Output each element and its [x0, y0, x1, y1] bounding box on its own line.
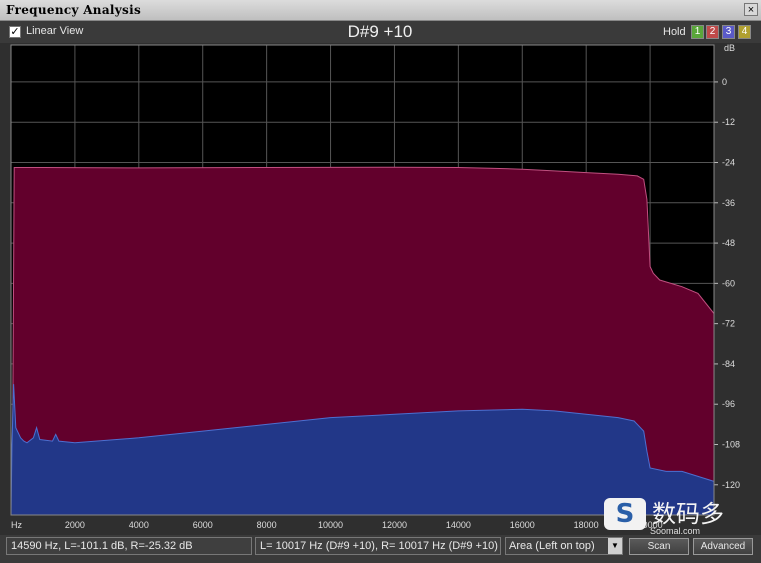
y-tick-label: -36 [722, 198, 735, 208]
x-tick-label: 2000 [65, 520, 85, 530]
site-watermark: S 数码多 Soomal.com [600, 494, 750, 536]
window-title: Frequency Analysis [6, 3, 142, 17]
peak-readout: L= 10017 Hz (D#9 +10), R= 10017 Hz (D#9 … [255, 537, 501, 555]
y-axis-unit-label: dB [724, 43, 735, 53]
y-tick-label: -108 [722, 440, 740, 450]
x-tick-label: 4000 [129, 520, 149, 530]
y-tick-label: -84 [722, 359, 735, 369]
display-mode-value: Area (Left on top) [509, 540, 595, 552]
display-mode-select[interactable]: Area (Left on top) ▼ [505, 537, 623, 555]
scan-button[interactable]: Scan [629, 538, 689, 555]
y-tick-label: -60 [722, 278, 735, 288]
x-axis-unit-label: Hz [11, 520, 22, 530]
x-tick-label: 16000 [510, 520, 535, 530]
frequency-analysis-window: Frequency Analysis × ✓ Linear View D#9 +… [0, 0, 761, 563]
x-tick-label: 14000 [446, 520, 471, 530]
close-button[interactable]: × [744, 3, 758, 16]
hold-button-4[interactable]: 4 [738, 25, 751, 39]
linear-view-label[interactable]: Linear View [26, 25, 83, 37]
linear-view-checkbox[interactable]: ✓ [9, 26, 21, 38]
watermark-logo: S [604, 498, 646, 530]
hold-label: Hold [663, 26, 686, 38]
x-tick-label: 12000 [382, 520, 407, 530]
cursor-readout: 14590 Hz, L=-101.1 dB, R=-25.32 dB [6, 537, 252, 555]
y-tick-label: 0 [722, 77, 727, 87]
hold-button-1[interactable]: 1 [691, 25, 704, 39]
title-bar: Frequency Analysis × [0, 0, 761, 21]
x-tick-label: 6000 [193, 520, 213, 530]
toolbar: ✓ Linear View D#9 +10 Hold 1 2 3 4 [0, 21, 761, 43]
spectrum-chart[interactable]: Hz 2000 4000 6000 8000 10000 12000 14000 16000 18… [0, 43, 761, 533]
spectrum-plot-frame: Hz 2000 4000 6000 8000 10000 12000 14000 16000 18… [0, 43, 761, 533]
y-tick-label: -72 [722, 319, 735, 329]
x-tick-label: 10000 [318, 520, 343, 530]
hold-button-3[interactable]: 3 [722, 25, 735, 39]
x-tick-label: 8000 [257, 520, 277, 530]
y-tick-label: -48 [722, 238, 735, 248]
advanced-button[interactable]: Advanced [693, 538, 753, 555]
y-tick-label: -120 [722, 480, 740, 490]
y-tick-label: -12 [722, 117, 735, 127]
peak-note-label: D#9 +10 [347, 22, 413, 41]
watermark-text: 数码多 [652, 500, 724, 528]
y-tick-label: -96 [722, 399, 735, 409]
status-bar: 14590 Hz, L=-101.1 dB, R=-25.32 dB L= 10… [0, 535, 761, 563]
chevron-down-icon[interactable]: ▼ [608, 538, 622, 554]
hold-button-2[interactable]: 2 [706, 25, 719, 39]
x-tick-label: 18000 [574, 520, 599, 530]
y-tick-label: -24 [722, 158, 735, 168]
